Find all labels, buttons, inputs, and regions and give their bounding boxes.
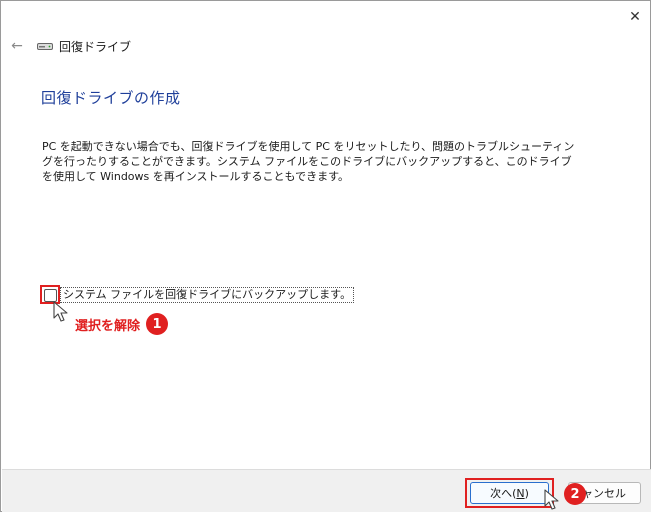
- backup-system-files-label[interactable]: システム ファイルを回復ドライブにバックアップします。: [60, 287, 355, 303]
- annotation-step-2-badge: 2: [564, 483, 586, 505]
- recovery-drive-window: ✕ ← 回復ドライブ 回復ドライブの作成 PC を起動できない場合でも、回復ドラ…: [0, 0, 651, 512]
- close-icon: ✕: [629, 9, 641, 25]
- breadcrumb-label: 回復ドライブ: [59, 39, 132, 54]
- close-button[interactable]: ✕: [619, 3, 651, 31]
- mouse-cursor-icon: [544, 489, 559, 510]
- back-arrow-icon: ←: [11, 38, 23, 54]
- backup-system-files-option[interactable]: システム ファイルを回復ドライブにバックアップします。: [41, 287, 355, 303]
- drive-icon: [37, 43, 53, 50]
- annotation-step-1-text: 選択を解除: [75, 318, 141, 334]
- annotation-step-1: 選択を解除 1: [75, 313, 169, 335]
- annotation-step-1-badge: 1: [146, 313, 169, 335]
- description-text: PC を起動できない場合でも、回復ドライブを使用して PC をリセットしたり、問…: [42, 140, 575, 183]
- back-button[interactable]: ←: [7, 37, 27, 55]
- next-button-highlight-box: [465, 478, 554, 508]
- page-title: 回復ドライブの作成: [41, 89, 181, 107]
- mouse-cursor-icon: [53, 301, 68, 322]
- breadcrumb: 回復ドライブ: [37, 37, 131, 55]
- annotation-step-2: 2: [564, 483, 586, 505]
